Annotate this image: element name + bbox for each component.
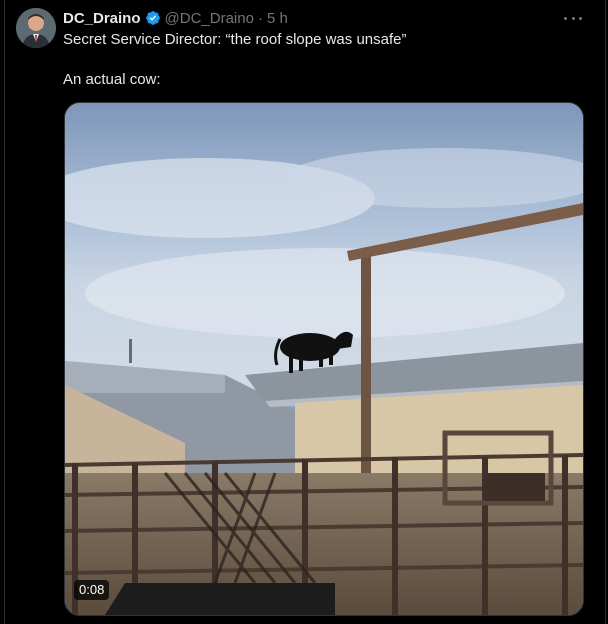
avatar[interactable]	[16, 8, 56, 48]
tweet-text: Secret Service Director: “the roof slope…	[63, 30, 583, 90]
left-border	[0, 0, 5, 624]
verified-badge-icon	[145, 11, 160, 25]
video-duration-badge: 0:08	[74, 580, 110, 600]
timestamp[interactable]: 5 h	[267, 10, 288, 27]
tweet-header: DC_Draino @DC_Draino · 5 h	[63, 8, 288, 28]
more-options-icon[interactable]	[564, 10, 582, 26]
avatar-image	[16, 8, 56, 48]
video-frame	[65, 103, 583, 615]
display-name[interactable]: DC_Draino	[63, 10, 141, 27]
handle[interactable]: @DC_Draino	[165, 10, 254, 27]
tweet-text-line-1: Secret Service Director: “the roof slope…	[63, 31, 407, 48]
tweet-text-line-2: An actual cow:	[63, 71, 161, 88]
video-player[interactable]	[64, 102, 584, 616]
separator-dot: ·	[257, 9, 263, 27]
